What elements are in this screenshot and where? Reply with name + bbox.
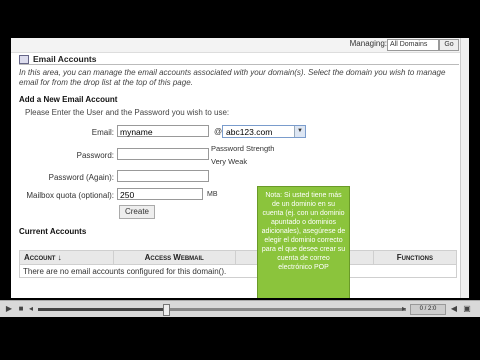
- password-input[interactable]: [117, 148, 209, 160]
- password-strength-label: Password Strength: [211, 144, 275, 153]
- password-again-label: Password (Again):: [48, 173, 114, 182]
- password-again-input[interactable]: [117, 170, 209, 182]
- column-account[interactable]: Account ↓: [19, 250, 114, 265]
- current-accounts-heading: Current Accounts: [19, 227, 87, 236]
- rewind-icon[interactable]: ◂: [27, 304, 35, 314]
- password-label: Password:: [76, 151, 114, 160]
- empty-message: There are no email accounts configured f…: [19, 264, 457, 278]
- domain-filter-select[interactable]: All Domains: [387, 39, 439, 51]
- column-functions: Functions: [372, 250, 458, 265]
- seek-track[interactable]: [38, 308, 406, 311]
- go-button[interactable]: Go: [439, 39, 459, 51]
- chevron-down-icon: ▼: [294, 126, 305, 137]
- vertical-scrollbar[interactable]: [460, 38, 469, 298]
- browser-page: Managing: All Domains Go Email Accounts …: [11, 38, 469, 298]
- time-display: 0 / 2:0: [410, 304, 446, 315]
- domain-select-value: abc123.com: [226, 127, 273, 137]
- video-player-bar: ▶ ■ ◂ ▸ 0 / 2:0 ◀ ▣: [0, 300, 480, 317]
- quota-label: Mailbox quota (optional):: [26, 191, 114, 200]
- create-button[interactable]: Create: [119, 205, 155, 219]
- seek-progress: [38, 308, 167, 311]
- stop-icon[interactable]: ■: [16, 304, 26, 314]
- quota-input[interactable]: 250: [117, 188, 203, 200]
- column-access-webmail[interactable]: Access Webmail: [112, 250, 236, 265]
- at-sign: @: [214, 127, 223, 136]
- add-account-heading: Add a New Email Account: [19, 95, 118, 104]
- managing-label: Managing:: [349, 39, 387, 48]
- forward-icon[interactable]: ▸: [400, 304, 408, 314]
- accounts-table: Account ↓ Access Webmail Usage Quota Fun…: [19, 250, 458, 278]
- table-row: There are no email accounts configured f…: [19, 264, 457, 278]
- play-icon[interactable]: ▶: [4, 304, 14, 314]
- quota-unit: MB: [207, 191, 218, 198]
- volume-icon[interactable]: ◀: [449, 304, 459, 314]
- table-header-row: Account ↓ Access Webmail Usage Quota Fun…: [19, 250, 458, 265]
- email-icon: [19, 55, 29, 65]
- email-input[interactable]: myname: [117, 125, 209, 137]
- page-title: Email Accounts: [19, 54, 96, 65]
- title-divider: [19, 64, 459, 65]
- domain-select[interactable]: abc123.com ▼: [222, 125, 306, 138]
- email-label: Email:: [91, 128, 114, 137]
- tooltip-note: Nota: Si usted tiene más de un dominio e…: [257, 186, 350, 298]
- seek-handle[interactable]: [163, 304, 170, 316]
- password-strength-value: Very Weak: [211, 157, 248, 166]
- top-bar: Managing: All Domains Go: [11, 38, 469, 53]
- add-account-instructions: Please Enter the User and the Password y…: [25, 108, 230, 117]
- intro-text: In this area, you can manage the email a…: [19, 68, 446, 87]
- fullscreen-icon[interactable]: ▣: [462, 304, 472, 314]
